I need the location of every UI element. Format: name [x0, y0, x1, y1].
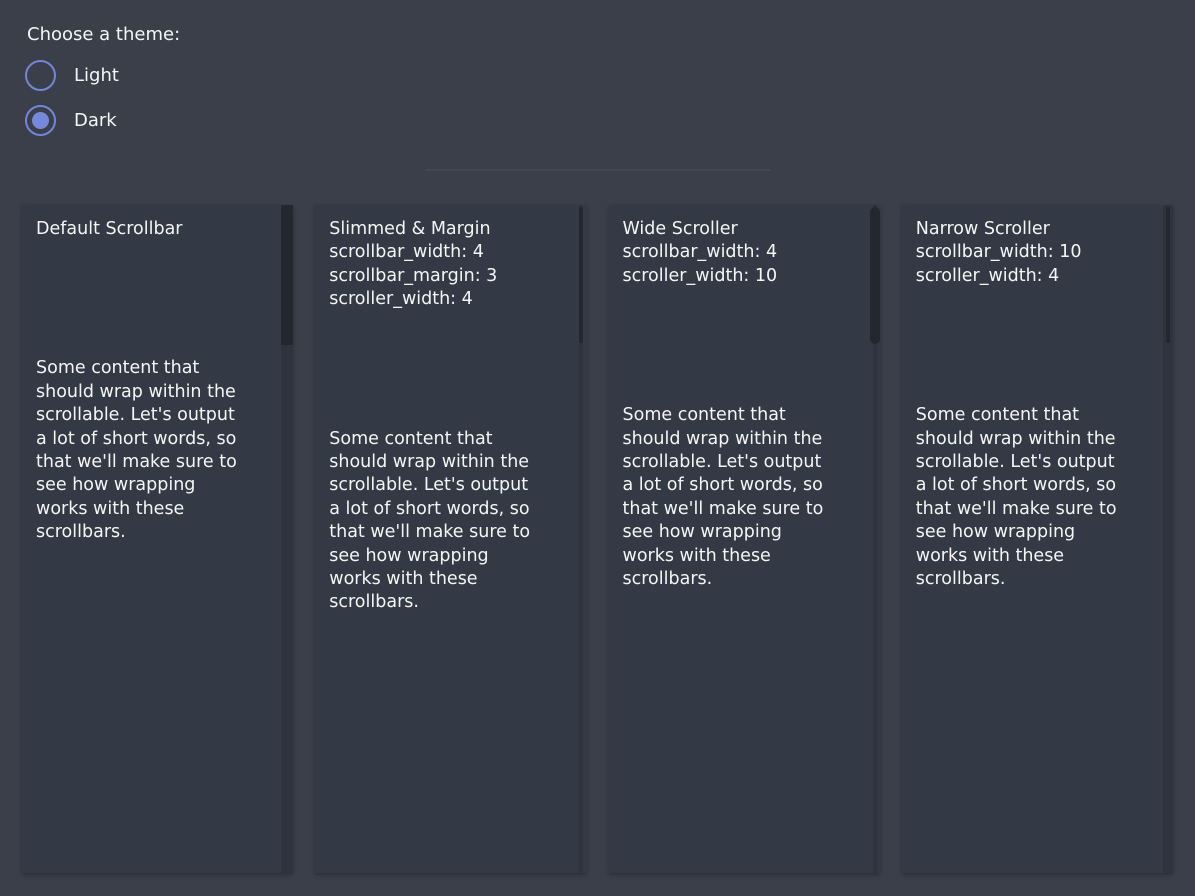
radio-dark-icon[interactable]: [25, 105, 56, 136]
radio-selected-dot: [32, 112, 49, 129]
scrollbar-thumb[interactable]: [870, 207, 880, 344]
panel-spacer: [916, 288, 1157, 404]
radio-option-dark[interactable]: Dark: [25, 105, 117, 136]
panel-spacer: [329, 312, 570, 428]
panel-default-scrollbar: Default Scrollbar Some content that shou…: [22, 205, 293, 873]
panel-body: Some content that should wrap within the…: [916, 404, 1157, 591]
panel-body: Some content that should wrap within the…: [329, 428, 570, 615]
panel-title: Wide Scroller: [623, 219, 738, 239]
radio-light-label: Light: [74, 65, 119, 86]
panel-spacer: [623, 288, 864, 404]
panel-title: Default Scrollbar: [36, 218, 277, 241]
scrollable-content[interactable]: Narrow Scroller scrollbar_width: 10 scro…: [902, 205, 1173, 873]
panel-param: scroller_width: 4: [916, 266, 1060, 286]
scrollable-content[interactable]: Slimmed & Margin scrollbar_width: 4 scro…: [315, 205, 586, 873]
panel-header: Wide Scroller scrollbar_width: 4 scrolle…: [623, 218, 864, 288]
panel-body: Some content that should wrap within the…: [36, 357, 277, 544]
theme-prompt: Choose a theme:: [27, 23, 180, 47]
panel-param: scroller_width: 10: [623, 266, 778, 286]
panel-header: Narrow Scroller scrollbar_width: 10 scro…: [916, 218, 1157, 288]
panels-container: Default Scrollbar Some content that shou…: [22, 205, 1173, 873]
panel-param: scroller_width: 4: [329, 289, 473, 309]
panel-header: Slimmed & Margin scrollbar_width: 4 scro…: [329, 218, 570, 312]
page-root: Choose a theme: Light Dark Default Scrol…: [0, 0, 1195, 896]
panel-title: Slimmed & Margin: [329, 219, 490, 239]
radio-light-icon[interactable]: [25, 60, 56, 91]
panel-wide-scroller: Wide Scroller scrollbar_width: 4 scrolle…: [609, 205, 880, 873]
divider: [425, 169, 770, 171]
panel-title: Narrow Scroller: [916, 219, 1050, 239]
scrollbar-thumb[interactable]: [1166, 207, 1170, 343]
panel-body: Some content that should wrap within the…: [623, 404, 864, 591]
scrollbar-thumb[interactable]: [281, 205, 293, 345]
radio-dark-label: Dark: [74, 110, 117, 131]
panel-slimmed-margin: Slimmed & Margin scrollbar_width: 4 scro…: [315, 205, 586, 873]
radio-option-light[interactable]: Light: [25, 60, 119, 91]
panel-spacer: [36, 241, 277, 357]
scrollbar-thumb[interactable]: [579, 207, 583, 343]
scrollable-content[interactable]: Wide Scroller scrollbar_width: 4 scrolle…: [609, 205, 880, 873]
panel-param: scrollbar_margin: 3: [329, 266, 497, 286]
scrollable-content[interactable]: Default Scrollbar Some content that shou…: [22, 205, 293, 873]
panel-param: scrollbar_width: 10: [916, 242, 1082, 262]
panel-narrow-scroller: Narrow Scroller scrollbar_width: 10 scro…: [902, 205, 1173, 873]
panel-param: scrollbar_width: 4: [329, 242, 484, 262]
panel-param: scrollbar_width: 4: [623, 242, 778, 262]
